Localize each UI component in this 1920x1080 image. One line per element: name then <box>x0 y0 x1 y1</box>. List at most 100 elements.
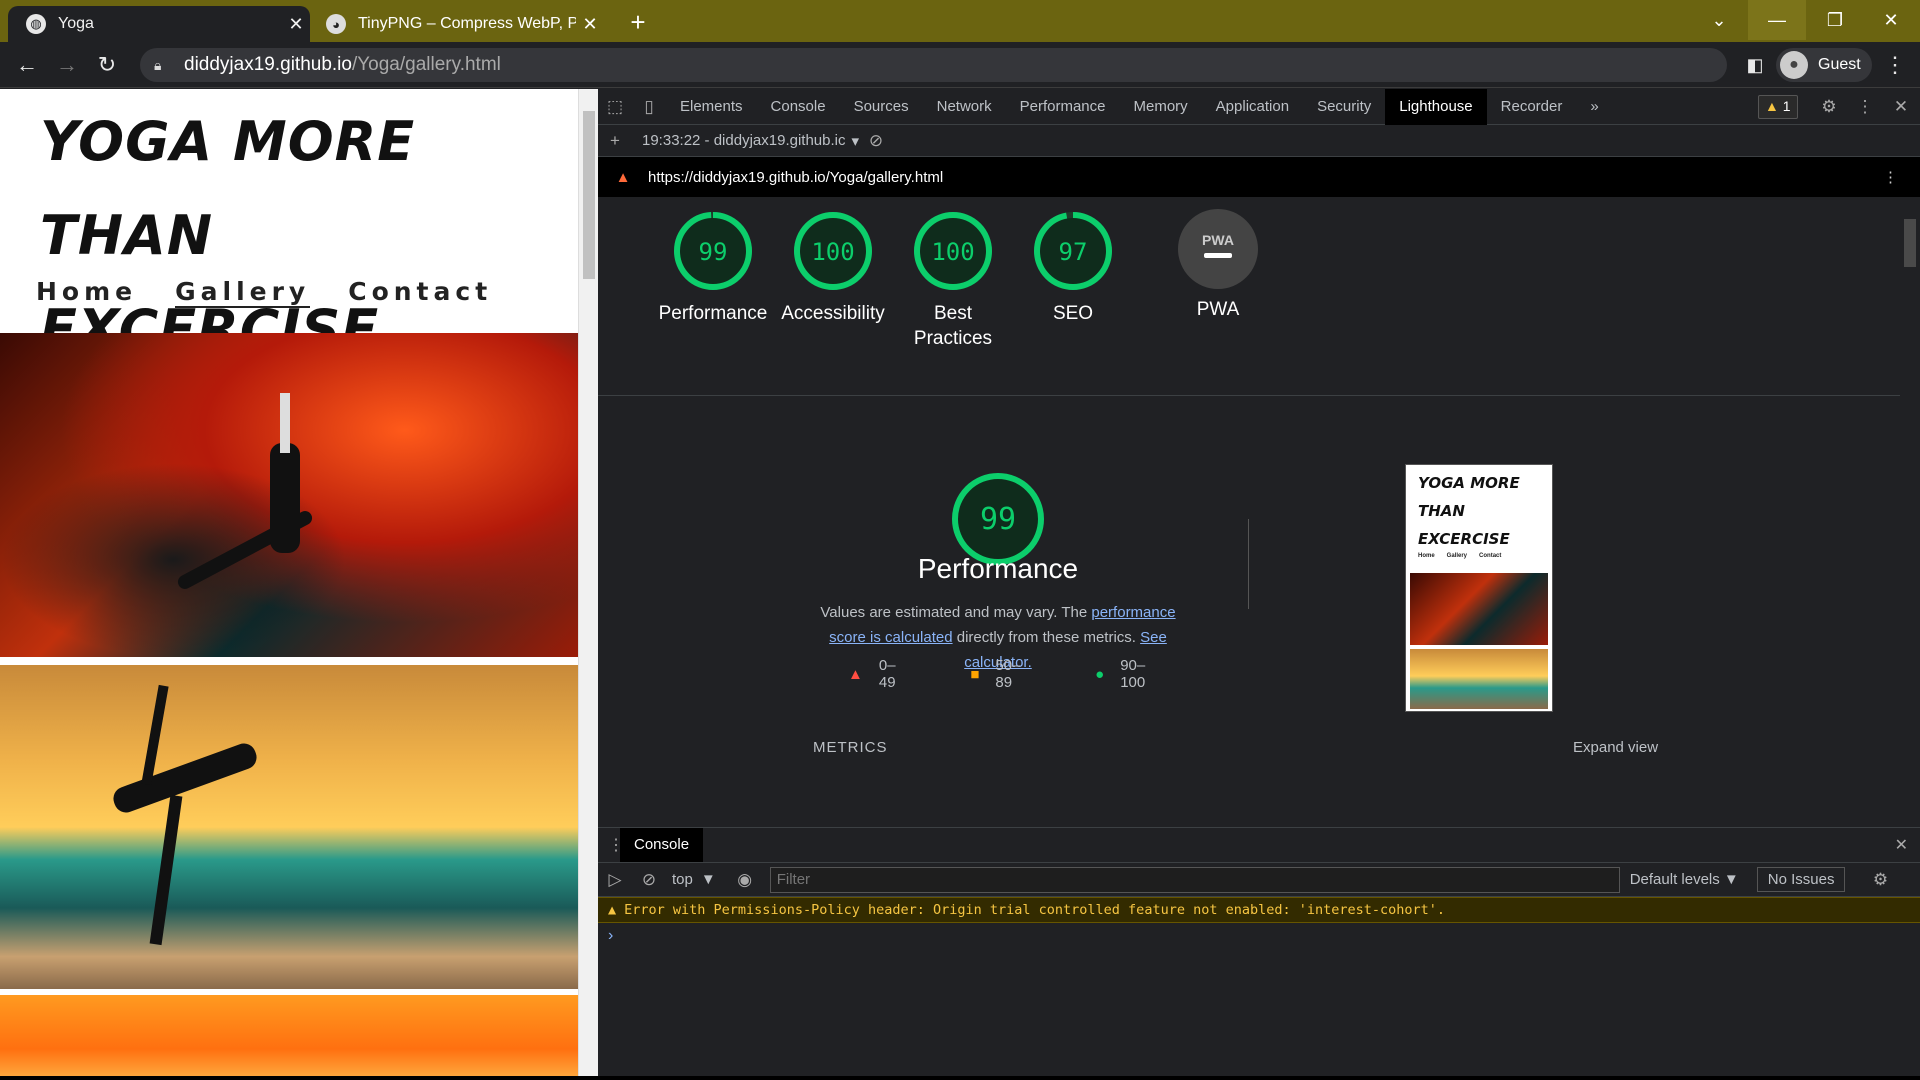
score-ring: 100 <box>794 212 872 290</box>
side-panel-icon[interactable]: ◧ <box>1740 50 1770 80</box>
drawer-menu-icon[interactable]: ⋮ <box>608 835 624 855</box>
console-warning-message: ▲ Error with Permissions-Policy header: … <box>598 897 1920 923</box>
console-drawer-tab[interactable]: Console <box>620 828 704 862</box>
window-close-button[interactable]: ✕ <box>1862 0 1920 40</box>
tab-yoga[interactable]: ◍ Yoga ✕ <box>8 6 310 42</box>
triangle-icon: ▲ <box>848 665 863 683</box>
tab-recorder[interactable]: Recorder <box>1487 89 1577 125</box>
devtools-menu-icon[interactable]: ⋮ <box>1848 97 1882 117</box>
gauge-label: PWA <box>1196 299 1240 320</box>
tab-network[interactable]: Network <box>923 89 1006 125</box>
perf-desc-text: directly from these metrics. <box>952 629 1141 646</box>
new-tab-button[interactable]: + <box>622 8 654 38</box>
gauge-best-practices[interactable]: 100 Best Practices <box>883 209 1023 351</box>
inspect-element-icon[interactable]: ⬚ <box>598 97 632 117</box>
more-tabs-icon[interactable]: » <box>1576 89 1612 125</box>
close-devtools-icon[interactable]: ✕ <box>1884 97 1918 117</box>
nav-home[interactable]: Home <box>36 277 137 308</box>
gauge-performance[interactable]: 99 Performance <box>643 209 783 326</box>
clear-console-icon[interactable]: ⊘ <box>632 870 666 890</box>
tab-title: TinyPNG – Compress WebP, PNG <box>358 15 576 32</box>
score-value: 100 <box>811 238 854 266</box>
new-report-icon[interactable]: + <box>598 131 632 151</box>
score-value: 100 <box>931 238 974 266</box>
nav-gallery[interactable]: Gallery <box>175 277 311 308</box>
tab-console[interactable]: Console <box>757 89 840 125</box>
chevron-down-icon[interactable]: ▼ <box>701 871 716 888</box>
log-levels-select[interactable]: Default levels ▼ <box>1630 871 1739 888</box>
warning-icon: ▲ <box>1765 98 1779 114</box>
gauge-label: Performance <box>658 303 768 324</box>
device-toolbar-icon[interactable]: ▯ <box>632 97 666 117</box>
sidebar-toggle-icon[interactable]: ▷ <box>598 870 632 890</box>
tab-elements[interactable]: Elements <box>666 89 757 125</box>
score-ring: 100 <box>914 212 992 290</box>
divider <box>598 395 1900 396</box>
close-drawer-icon[interactable]: ✕ <box>1895 835 1908 855</box>
gauge-label: Accessibility <box>781 303 885 324</box>
console-filter-input[interactable] <box>769 866 1620 893</box>
minimize-button[interactable]: — <box>1748 0 1806 40</box>
issues-button[interactable]: No Issues <box>1756 867 1846 892</box>
chevron-down-icon[interactable]: ▾ <box>851 132 859 150</box>
close-tab-icon[interactable]: ✕ <box>282 14 310 35</box>
restore-button[interactable]: ❐ <box>1806 0 1864 40</box>
circle-icon: ● <box>1095 665 1105 683</box>
back-arrow-icon[interactable]: ← <box>12 50 42 80</box>
gauge-seo[interactable]: 97 SEO <box>1003 209 1143 326</box>
warning-count: 1 <box>1782 98 1791 114</box>
lighthouse-toolbar: + 19:33:22 - diddyjax19.github.ic ▾ ⊘ <box>598 125 1920 157</box>
warning-text: Error with Permissions-Policy header: Or… <box>624 902 1446 918</box>
gallery-photo-beach-pose <box>0 665 578 989</box>
scrollbar-thumb[interactable] <box>1904 219 1916 267</box>
kebab-menu-icon[interactable]: ⋮ <box>1880 50 1910 80</box>
warnings-badge[interactable]: ▲ 1 <box>1758 95 1798 119</box>
square-icon: ■ <box>970 665 980 683</box>
nav-contact[interactable]: Contact <box>348 277 492 308</box>
lock-icon: 🔒︎ <box>154 56 162 73</box>
address-bar[interactable]: 🔒︎ diddyjax19.github.io /Yoga/gallery.ht… <box>140 48 1727 82</box>
tab-security[interactable]: Security <box>1303 89 1385 125</box>
browser-tab-strip: ◍ Yoga ✕ ◕ TinyPNG – Compress WebP, PNG … <box>0 0 1920 42</box>
tab-sources[interactable]: Sources <box>840 89 923 125</box>
score-ring: 99 <box>674 212 752 290</box>
console-prompt[interactable]: › <box>608 927 613 945</box>
thumbnail-photo <box>1410 649 1548 709</box>
scrollbar-thumb[interactable] <box>583 111 595 279</box>
gear-icon[interactable]: ⚙ <box>1812 97 1846 117</box>
legend-pass: ● 90–100 <box>1095 657 1146 691</box>
website-viewport: YOGA MORE THAN EXCERCISE Home Gallery Co… <box>0 89 578 1080</box>
tab-search-icon[interactable]: ⌄ <box>1690 0 1748 40</box>
profile-button[interactable]: ● Guest <box>1776 48 1872 82</box>
report-scrollbar[interactable] <box>1900 197 1920 827</box>
tab-memory[interactable]: Memory <box>1120 89 1202 125</box>
lighthouse-url-bar: ▲ https://diddyjax19.github.io/Yoga/gall… <box>598 157 1920 197</box>
panda-icon: ◕ <box>326 14 346 34</box>
close-tab-icon[interactable]: ✕ <box>576 14 604 35</box>
tab-performance[interactable]: Performance <box>1006 89 1120 125</box>
gauge-label: Best Practices <box>913 303 993 349</box>
final-screenshot-thumbnail[interactable]: YOGA MORE THAN EXCERCISE Home Gallery Co… <box>1405 464 1553 712</box>
gauge-pwa[interactable]: PWA PWA <box>1148 209 1288 322</box>
forward-arrow-icon[interactable]: → <box>52 50 82 80</box>
report-menu-icon[interactable]: ⋮ <box>1883 168 1898 186</box>
clear-reports-icon[interactable]: ⊘ <box>859 131 893 151</box>
performance-gauge-large: 99 <box>952 473 1044 565</box>
page-scrollbar[interactable] <box>578 89 598 1080</box>
expand-view-toggle[interactable]: Expand view <box>1573 739 1658 756</box>
context-select[interactable]: top <box>672 871 693 888</box>
thumbnail-nav: Home Gallery Contact <box>1418 553 1502 559</box>
tab-lighthouse[interactable]: Lighthouse <box>1385 88 1487 125</box>
tab-tinypng[interactable]: ◕ TinyPNG – Compress WebP, PNG ✕ <box>314 6 604 42</box>
warning-icon: ▲ <box>608 902 617 918</box>
gauge-accessibility[interactable]: 100 Accessibility <box>763 209 903 326</box>
metrics-heading: METRICS <box>813 739 888 756</box>
reload-icon[interactable]: ↻ <box>92 50 122 80</box>
report-url[interactable]: https://diddyjax19.github.io/Yoga/galler… <box>648 169 943 186</box>
tab-application[interactable]: Application <box>1202 89 1303 125</box>
score-ring: 97 <box>1034 212 1112 290</box>
eye-icon[interactable]: ◉ <box>728 870 762 890</box>
report-selector[interactable]: 19:33:22 - diddyjax19.github.ic <box>642 132 845 149</box>
browser-toolbar: ← → ↻ 🔒︎ diddyjax19.github.io /Yoga/gall… <box>0 42 1920 88</box>
console-settings-icon[interactable]: ⚙ <box>1863 870 1897 890</box>
